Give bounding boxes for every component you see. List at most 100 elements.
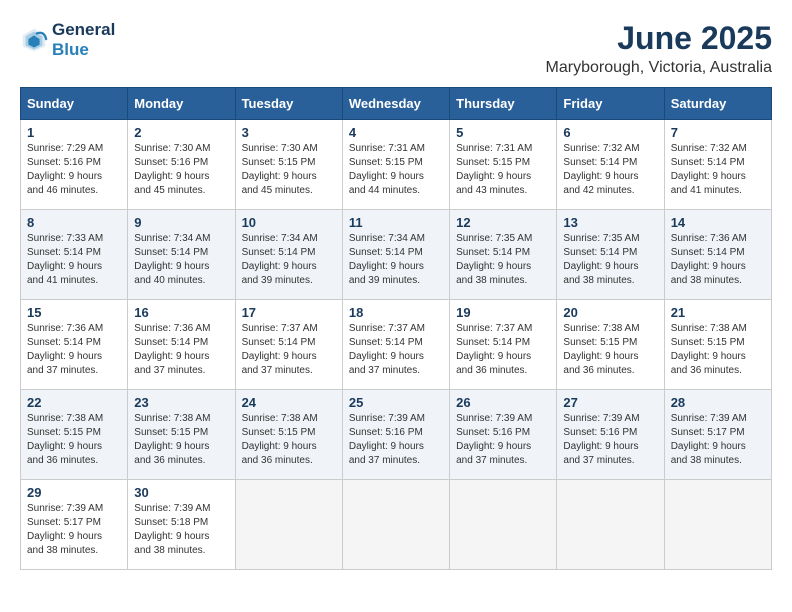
table-row: 26 Sunrise: 7:39 AM Sunset: 5:16 PM Dayl… [450, 390, 557, 480]
col-sunday: Sunday [21, 88, 128, 120]
day-content: Sunrise: 7:38 AM Sunset: 5:15 PM Dayligh… [563, 322, 657, 378]
day-content: Sunrise: 7:34 AM Sunset: 5:14 PM Dayligh… [134, 232, 228, 288]
table-row: 3 Sunrise: 7:30 AM Sunset: 5:15 PM Dayli… [235, 120, 342, 210]
day-content: Sunrise: 7:38 AM Sunset: 5:15 PM Dayligh… [671, 322, 765, 378]
day-number: 5 [456, 125, 550, 140]
table-row: 10 Sunrise: 7:34 AM Sunset: 5:14 PM Dayl… [235, 210, 342, 300]
table-row: 1 Sunrise: 7:29 AM Sunset: 5:16 PM Dayli… [21, 120, 128, 210]
day-number: 6 [563, 125, 657, 140]
day-content: Sunrise: 7:37 AM Sunset: 5:14 PM Dayligh… [456, 322, 550, 378]
day-number: 24 [242, 395, 336, 410]
day-content: Sunrise: 7:38 AM Sunset: 5:15 PM Dayligh… [134, 412, 228, 468]
calendar-row: 22 Sunrise: 7:38 AM Sunset: 5:15 PM Dayl… [21, 390, 772, 480]
table-row: 5 Sunrise: 7:31 AM Sunset: 5:15 PM Dayli… [450, 120, 557, 210]
title-area: June 2025 Maryborough, Victoria, Austral… [546, 20, 772, 77]
day-number: 8 [27, 215, 121, 230]
table-row: 15 Sunrise: 7:36 AM Sunset: 5:14 PM Dayl… [21, 300, 128, 390]
table-row: 18 Sunrise: 7:37 AM Sunset: 5:14 PM Dayl… [342, 300, 449, 390]
table-row: 24 Sunrise: 7:38 AM Sunset: 5:15 PM Dayl… [235, 390, 342, 480]
day-number: 4 [349, 125, 443, 140]
day-number: 1 [27, 125, 121, 140]
header-row: Sunday Monday Tuesday Wednesday Thursday… [21, 88, 772, 120]
table-row: 22 Sunrise: 7:38 AM Sunset: 5:15 PM Dayl… [21, 390, 128, 480]
header: General Blue June 2025 Maryborough, Vict… [20, 20, 772, 77]
day-content: Sunrise: 7:31 AM Sunset: 5:15 PM Dayligh… [349, 142, 443, 198]
day-content: Sunrise: 7:38 AM Sunset: 5:15 PM Dayligh… [27, 412, 121, 468]
calendar-table: Sunday Monday Tuesday Wednesday Thursday… [20, 87, 772, 570]
table-row: 12 Sunrise: 7:35 AM Sunset: 5:14 PM Dayl… [450, 210, 557, 300]
col-saturday: Saturday [664, 88, 771, 120]
day-number: 7 [671, 125, 765, 140]
day-content: Sunrise: 7:39 AM Sunset: 5:16 PM Dayligh… [563, 412, 657, 468]
day-number: 23 [134, 395, 228, 410]
day-number: 17 [242, 305, 336, 320]
table-row: 29 Sunrise: 7:39 AM Sunset: 5:17 PM Dayl… [21, 480, 128, 570]
day-content: Sunrise: 7:32 AM Sunset: 5:14 PM Dayligh… [671, 142, 765, 198]
table-row: 13 Sunrise: 7:35 AM Sunset: 5:14 PM Dayl… [557, 210, 664, 300]
day-content: Sunrise: 7:30 AM Sunset: 5:15 PM Dayligh… [242, 142, 336, 198]
day-content: Sunrise: 7:35 AM Sunset: 5:14 PM Dayligh… [456, 232, 550, 288]
day-content: Sunrise: 7:39 AM Sunset: 5:17 PM Dayligh… [671, 412, 765, 468]
col-monday: Monday [128, 88, 235, 120]
day-number: 19 [456, 305, 550, 320]
day-number: 3 [242, 125, 336, 140]
table-row [557, 480, 664, 570]
day-content: Sunrise: 7:33 AM Sunset: 5:14 PM Dayligh… [27, 232, 121, 288]
day-content: Sunrise: 7:36 AM Sunset: 5:14 PM Dayligh… [27, 322, 121, 378]
table-row: 8 Sunrise: 7:33 AM Sunset: 5:14 PM Dayli… [21, 210, 128, 300]
table-row: 4 Sunrise: 7:31 AM Sunset: 5:15 PM Dayli… [342, 120, 449, 210]
day-number: 9 [134, 215, 228, 230]
calendar-row: 1 Sunrise: 7:29 AM Sunset: 5:16 PM Dayli… [21, 120, 772, 210]
day-content: Sunrise: 7:31 AM Sunset: 5:15 PM Dayligh… [456, 142, 550, 198]
col-tuesday: Tuesday [235, 88, 342, 120]
day-number: 2 [134, 125, 228, 140]
table-row: 11 Sunrise: 7:34 AM Sunset: 5:14 PM Dayl… [342, 210, 449, 300]
table-row [664, 480, 771, 570]
day-number: 10 [242, 215, 336, 230]
day-number: 16 [134, 305, 228, 320]
table-row [235, 480, 342, 570]
day-number: 22 [27, 395, 121, 410]
day-number: 12 [456, 215, 550, 230]
day-content: Sunrise: 7:29 AM Sunset: 5:16 PM Dayligh… [27, 142, 121, 198]
table-row: 19 Sunrise: 7:37 AM Sunset: 5:14 PM Dayl… [450, 300, 557, 390]
calendar-row: 15 Sunrise: 7:36 AM Sunset: 5:14 PM Dayl… [21, 300, 772, 390]
day-number: 27 [563, 395, 657, 410]
col-friday: Friday [557, 88, 664, 120]
calendar-title: June 2025 [546, 20, 772, 57]
table-row: 2 Sunrise: 7:30 AM Sunset: 5:16 PM Dayli… [128, 120, 235, 210]
table-row: 6 Sunrise: 7:32 AM Sunset: 5:14 PM Dayli… [557, 120, 664, 210]
day-number: 15 [27, 305, 121, 320]
table-row: 17 Sunrise: 7:37 AM Sunset: 5:14 PM Dayl… [235, 300, 342, 390]
day-content: Sunrise: 7:36 AM Sunset: 5:14 PM Dayligh… [671, 232, 765, 288]
day-number: 13 [563, 215, 657, 230]
day-content: Sunrise: 7:37 AM Sunset: 5:14 PM Dayligh… [349, 322, 443, 378]
table-row: 21 Sunrise: 7:38 AM Sunset: 5:15 PM Dayl… [664, 300, 771, 390]
day-number: 25 [349, 395, 443, 410]
table-row: 23 Sunrise: 7:38 AM Sunset: 5:15 PM Dayl… [128, 390, 235, 480]
table-row: 9 Sunrise: 7:34 AM Sunset: 5:14 PM Dayli… [128, 210, 235, 300]
col-wednesday: Wednesday [342, 88, 449, 120]
col-thursday: Thursday [450, 88, 557, 120]
day-content: Sunrise: 7:32 AM Sunset: 5:14 PM Dayligh… [563, 142, 657, 198]
day-content: Sunrise: 7:30 AM Sunset: 5:16 PM Dayligh… [134, 142, 228, 198]
day-content: Sunrise: 7:37 AM Sunset: 5:14 PM Dayligh… [242, 322, 336, 378]
day-number: 18 [349, 305, 443, 320]
table-row: 16 Sunrise: 7:36 AM Sunset: 5:14 PM Dayl… [128, 300, 235, 390]
table-row: 27 Sunrise: 7:39 AM Sunset: 5:16 PM Dayl… [557, 390, 664, 480]
calendar-row: 8 Sunrise: 7:33 AM Sunset: 5:14 PM Dayli… [21, 210, 772, 300]
table-row: 30 Sunrise: 7:39 AM Sunset: 5:18 PM Dayl… [128, 480, 235, 570]
calendar-row: 29 Sunrise: 7:39 AM Sunset: 5:17 PM Dayl… [21, 480, 772, 570]
day-number: 20 [563, 305, 657, 320]
day-content: Sunrise: 7:36 AM Sunset: 5:14 PM Dayligh… [134, 322, 228, 378]
day-content: Sunrise: 7:38 AM Sunset: 5:15 PM Dayligh… [242, 412, 336, 468]
day-number: 30 [134, 485, 228, 500]
table-row: 28 Sunrise: 7:39 AM Sunset: 5:17 PM Dayl… [664, 390, 771, 480]
table-row: 20 Sunrise: 7:38 AM Sunset: 5:15 PM Dayl… [557, 300, 664, 390]
table-row [450, 480, 557, 570]
table-row: 25 Sunrise: 7:39 AM Sunset: 5:16 PM Dayl… [342, 390, 449, 480]
day-content: Sunrise: 7:39 AM Sunset: 5:16 PM Dayligh… [456, 412, 550, 468]
logo: General Blue [20, 20, 115, 59]
calendar-subtitle: Maryborough, Victoria, Australia [546, 59, 772, 77]
day-content: Sunrise: 7:39 AM Sunset: 5:18 PM Dayligh… [134, 502, 228, 558]
